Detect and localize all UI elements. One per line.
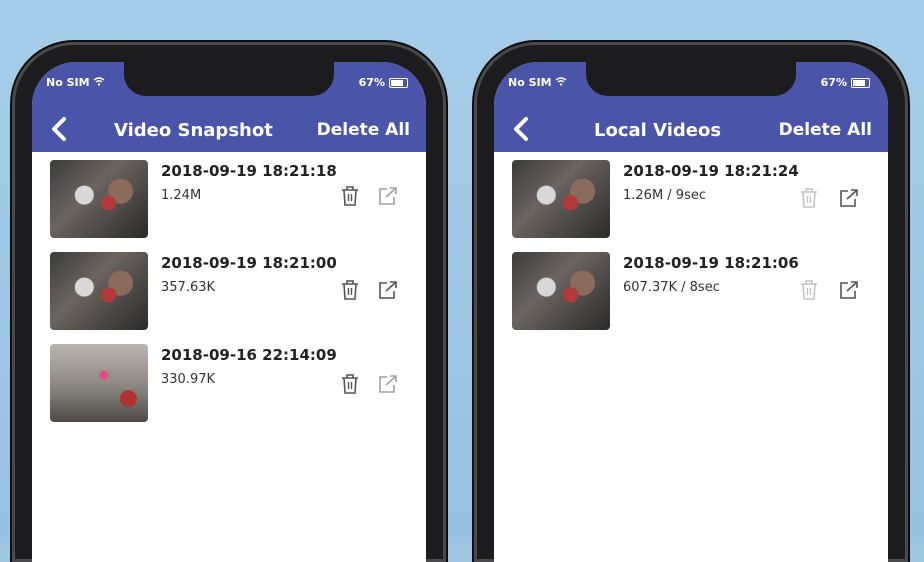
item-date: 2018-09-19 18:21:00 (161, 254, 337, 272)
delete-button[interactable] (798, 186, 820, 210)
battery-percent: 67% (358, 76, 385, 89)
page-title: Video Snapshot (114, 120, 273, 141)
status-battery: 67% (821, 76, 870, 89)
wifi-icon (93, 76, 105, 89)
list-item[interactable]: 2018-09-19 18:21:06 607.37K / 8sec (494, 244, 888, 336)
share-button[interactable] (838, 186, 860, 210)
chevron-left-icon (52, 117, 66, 141)
video-thumbnail[interactable] (512, 160, 610, 238)
delete-all-button[interactable]: Delete All (779, 120, 872, 140)
delete-all-button[interactable]: Delete All (317, 120, 410, 140)
share-button[interactable] (377, 184, 399, 208)
battery-icon (389, 77, 408, 88)
share-icon (840, 189, 858, 207)
nav-bar: Local Videos Delete All (494, 110, 888, 152)
share-button[interactable] (377, 372, 399, 396)
item-size: 1.26M / 9sec (623, 188, 706, 203)
local-video-list: 2018-09-19 18:21:24 1.26M / 9sec 2018-09… (494, 152, 888, 336)
chevron-left-icon (514, 117, 528, 141)
list-item[interactable]: 2018-09-19 18:21:24 1.26M / 9sec (494, 152, 888, 244)
share-icon (840, 281, 858, 299)
back-button[interactable] (46, 114, 74, 144)
list-item[interactable]: 2018-09-19 18:21:18 1.24M (32, 152, 426, 244)
carrier-label: No SIM (508, 76, 552, 89)
trash-icon (342, 280, 358, 300)
share-icon (379, 375, 397, 393)
nav-bar: Video Snapshot Delete All (32, 110, 426, 152)
screen-local-videos: No SIM 67% Local Videos Delete All 2018-… (494, 62, 888, 562)
list-item[interactable]: 2018-09-19 18:21:00 357.63K (32, 244, 426, 336)
item-date: 2018-09-19 18:21:18 (161, 162, 337, 180)
phone-right: No SIM 67% Local Videos Delete All 2018-… (474, 42, 908, 562)
wifi-icon (555, 76, 567, 89)
carrier-label: No SIM (46, 76, 90, 89)
screen-video-snapshot: No SIM 67% Video Snapshot Delete All 201… (32, 62, 426, 562)
item-date: 2018-09-16 22:14:09 (161, 346, 337, 364)
item-date: 2018-09-19 18:21:24 (623, 162, 799, 180)
header-bar: No SIM 67% Video Snapshot Delete All (32, 62, 426, 152)
delete-button[interactable] (339, 372, 361, 396)
trash-icon (342, 186, 358, 206)
header-bar: No SIM 67% Local Videos Delete All (494, 62, 888, 152)
share-icon (379, 187, 397, 205)
share-button[interactable] (838, 278, 860, 302)
delete-button[interactable] (798, 278, 820, 302)
video-thumbnail[interactable] (50, 252, 148, 330)
delete-button[interactable] (339, 184, 361, 208)
back-button[interactable] (508, 114, 536, 144)
video-thumbnail[interactable] (50, 160, 148, 238)
snapshot-list: 2018-09-19 18:21:18 1.24M 2018-09-19 18:… (32, 152, 426, 428)
battery-percent: 67% (820, 76, 847, 89)
trash-icon (342, 374, 358, 394)
item-size: 357.63K (161, 280, 216, 295)
item-size: 607.37K / 8sec (623, 280, 720, 295)
notch (586, 62, 796, 96)
phone-left: No SIM 67% Video Snapshot Delete All 201… (12, 42, 446, 562)
status-battery: 67% (359, 76, 408, 89)
trash-icon (801, 188, 817, 208)
list-item[interactable]: 2018-09-16 22:14:09 330.97K (32, 336, 426, 428)
battery-icon (851, 77, 870, 88)
status-carrier: No SIM (508, 76, 567, 89)
item-size: 330.97K (161, 372, 216, 387)
status-carrier: No SIM (46, 76, 105, 89)
video-thumbnail[interactable] (50, 344, 148, 422)
trash-icon (801, 280, 817, 300)
video-thumbnail[interactable] (512, 252, 610, 330)
notch (124, 62, 334, 96)
delete-button[interactable] (339, 278, 361, 302)
share-icon (379, 281, 397, 299)
item-date: 2018-09-19 18:21:06 (623, 254, 799, 272)
page-title: Local Videos (594, 120, 722, 141)
share-button[interactable] (377, 278, 399, 302)
item-size: 1.24M (161, 188, 202, 203)
